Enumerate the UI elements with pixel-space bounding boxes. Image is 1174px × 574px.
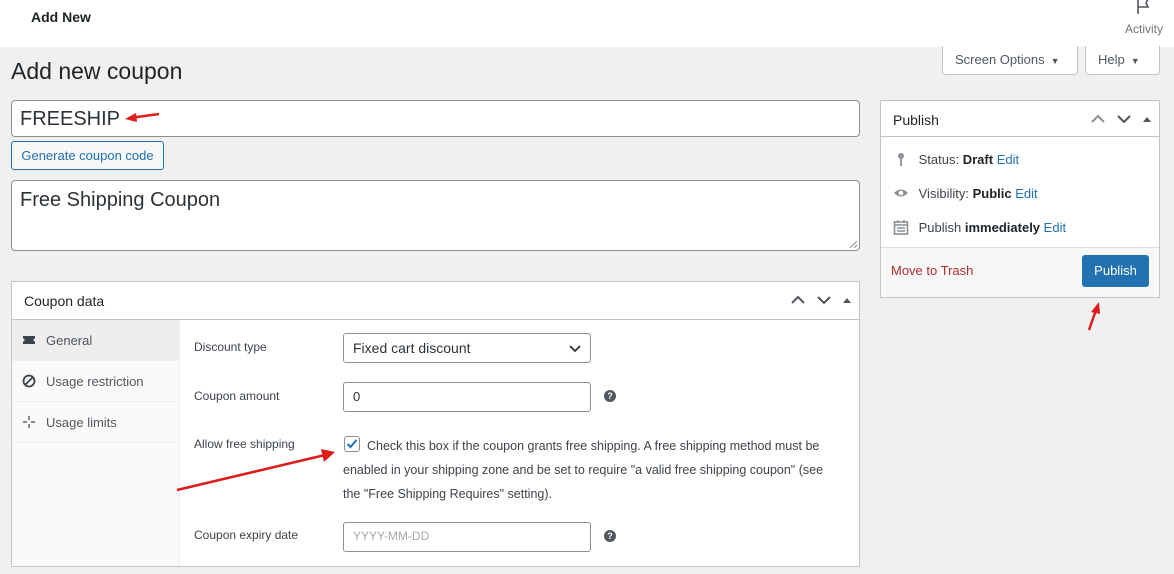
annotation-arrow-publish [1087,302,1100,331]
status-value: Draft [962,152,994,167]
coupon-data-tabs: General Usage restriction Usage limits [12,320,180,566]
status-label: Status: [918,152,960,167]
tab-usage-restriction[interactable]: Usage restriction [12,361,179,402]
page-title: Add new coupon [11,58,183,84]
publish-button[interactable]: Publish [1082,255,1149,287]
coupon-amount-label: Coupon amount [194,389,280,403]
caret-down-icon: ▼ [1130,56,1140,66]
chevron-up-icon[interactable] [1089,110,1107,128]
pin-icon [898,153,904,166]
help-icon[interactable]: ? [604,390,616,402]
coupon-amount-input[interactable]: 0 [343,382,591,412]
publish-box: Publish Status: Draft Edit Visibility: P… [880,100,1160,298]
chevron-down-icon [569,345,581,353]
chevron-up-icon[interactable] [789,291,807,309]
activity-label: Activity [1124,22,1163,36]
tab-general[interactable]: General [12,320,179,361]
panel-title: Coupon data [24,293,105,309]
activity-button[interactable]: Activity [1114,0,1174,47]
publish-actions: Move to Trash Publish [881,247,1159,297]
resize-grip-icon[interactable] [849,240,857,248]
generate-coupon-code-button[interactable]: Generate coupon code [11,141,164,170]
top-header: Add New Activity [0,0,1174,47]
schedule-row: Publish immediately Edit [893,219,1066,235]
screen-options-button[interactable]: Screen Options ▼ [942,46,1078,75]
visibility-value: Public [972,186,1012,201]
discount-type-select[interactable]: Fixed cart discount [343,333,591,363]
discount-type-label: Discount type [194,340,267,354]
help-label: Help [1098,52,1125,67]
tab-label: Usage restriction [46,374,144,389]
free-shipping-checkbox[interactable] [344,436,360,452]
description-text: Free Shipping Coupon [20,189,221,211]
toggle-panel-icon[interactable] [1141,110,1153,128]
panel-header: Coupon data [12,282,859,320]
chevron-down-icon[interactable] [815,291,833,309]
flag-icon [1137,0,1150,14]
toggle-panel-icon[interactable] [841,291,853,309]
visibility-row: Visibility: Public Edit [893,185,1038,201]
free-shipping-description: Check this box if the coupon grants free… [343,439,824,501]
eye-icon [894,189,908,197]
help-button[interactable]: Help ▼ [1085,46,1160,75]
status-edit-link[interactable]: Edit [997,152,1019,167]
expiry-date-input[interactable]: YYYY-MM-DD [343,522,591,552]
publish-title: Publish [893,112,939,128]
chevron-down-icon[interactable] [1115,110,1133,128]
schedule-label: Publish [918,220,962,235]
tab-label: Usage limits [46,415,117,430]
free-shipping-label: Allow free shipping [194,437,295,451]
tab-usage-limits[interactable]: Usage limits [12,402,179,443]
checkmark-icon [346,439,358,449]
ticket-icon [23,336,35,344]
caret-down-icon: ▼ [1050,56,1060,66]
tab-label: General [46,333,93,348]
schedule-edit-link[interactable]: Edit [1044,220,1066,235]
discount-type-value: Fixed cart discount [353,340,471,356]
move-to-trash-link[interactable]: Move to Trash [891,263,973,278]
screen-options-label: Screen Options [955,52,1045,67]
schedule-value: immediately [964,220,1041,235]
expiry-date-label: Coupon expiry date [194,528,299,542]
publish-header: Publish [881,101,1159,137]
block-icon [22,374,36,388]
crosshair-icon [23,416,35,428]
header-title: Add New [31,9,91,25]
coupon-description-textarea[interactable]: Free Shipping Coupon [11,180,860,251]
calendar-icon [893,220,909,235]
help-icon[interactable]: ? [604,530,616,542]
visibility-edit-link[interactable]: Edit [1015,186,1037,201]
coupon-code-input[interactable]: FREESHIP [11,100,860,137]
coupon-data-panel: Coupon data General Usage restriction Us… [11,281,860,567]
status-row: Status: Draft Edit [893,151,1019,167]
visibility-label: Visibility: [918,186,969,201]
